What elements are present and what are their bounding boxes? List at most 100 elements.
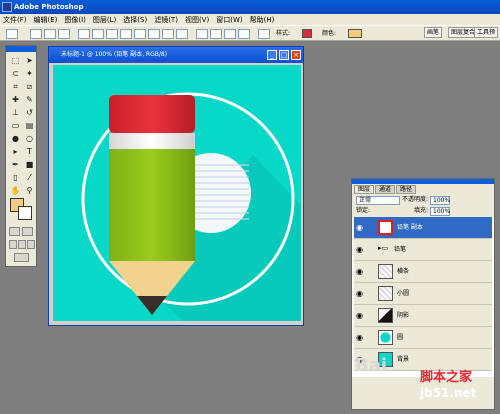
combine-subtract-button[interactable] [210,29,222,39]
eyedropper-tool-icon[interactable]: ⁄ [23,172,36,184]
style-swatch[interactable] [302,29,312,38]
healing-brush-tool-icon[interactable]: ✚ [9,94,22,106]
polygon-shape-button[interactable] [148,29,160,39]
color-swatch[interactable] [348,29,362,38]
lock-label: 锁定: [356,207,371,214]
layer-thumbnail [378,286,393,301]
menu-help[interactable]: 帮助(H) [250,15,275,25]
menu-bar: 文件(F) 编辑(E) 图像(I) 图层(L) 选择(S) 滤镜(T) 视图(V… [0,14,500,25]
visibility-eye-icon[interactable]: ◉ [356,311,365,320]
path-selection-tool-icon[interactable]: ▸ [9,146,22,158]
pen-tool-icon[interactable]: ✒ [9,159,22,171]
layer-row-stripes[interactable]: ◉ 横条 [354,261,492,283]
layer-name: 阴影 [397,312,410,319]
dodge-tool-icon[interactable]: ○ [23,133,36,145]
layer-row-shadow[interactable]: ◉ 阴影 [354,305,492,327]
maximize-icon[interactable]: □ [279,50,289,60]
layers-panel-header [352,179,494,184]
ellipse-shape-button[interactable] [134,29,146,39]
pencil-eraser [109,95,195,133]
tab-tool-presets[interactable]: 工具预 [474,27,498,38]
line-shape-button[interactable] [162,29,174,39]
blend-mode-select[interactable]: 正常 [356,196,400,205]
screen-mode-full-menu-icon[interactable] [18,240,26,249]
layer-row-circle[interactable]: ◉ 圆 [354,327,492,349]
gradient-tool-icon[interactable]: ▤ [23,120,36,132]
background-color-swatch[interactable] [18,206,32,220]
layer-thumbnail [378,264,393,279]
layer-name: 圆 [397,334,404,341]
close-icon[interactable]: × [291,50,301,60]
jump-to-imageready-icon[interactable] [14,253,29,262]
custom-shape-button[interactable] [176,29,188,39]
combine-exclude-button[interactable] [238,29,250,39]
rectangle-shape-button[interactable] [106,29,118,39]
clone-stamp-tool-icon[interactable]: ⊥ [9,107,22,119]
brush-tool-icon[interactable]: ✎ [23,94,36,106]
move-tool-icon[interactable]: ➤ [23,55,36,67]
menu-file[interactable]: 文件(F) [3,15,27,25]
magic-wand-tool-icon[interactable]: ✦ [23,68,36,80]
zoom-tool-icon[interactable]: ⚲ [23,185,36,197]
screen-mode-standard-icon[interactable] [9,240,17,249]
visibility-eye-icon[interactable]: ◉ [356,289,365,298]
style-label: 样式: [276,30,291,37]
menu-image[interactable]: 图像(I) [64,15,86,25]
crop-tool-icon[interactable]: ⌗ [9,81,22,93]
app-title-bar: Adobe Photoshop [0,0,500,14]
watermark-cn: 脚本之家 [420,370,473,385]
pen-tool-button[interactable] [78,29,90,39]
rounded-rectangle-button[interactable] [120,29,132,39]
menu-window[interactable]: 窗口(W) [216,15,242,25]
history-brush-tool-icon[interactable]: ↺ [23,107,36,119]
shape-layers-button[interactable] [30,29,42,39]
combine-add-button[interactable] [196,29,208,39]
combine-intersect-button[interactable] [224,29,236,39]
canvas[interactable] [53,65,301,321]
visibility-eye-icon[interactable]: ◉ [356,333,365,342]
opacity-label: 不透明度: [402,196,429,203]
slice-tool-icon[interactable]: ⧄ [23,81,36,93]
link-layer-button[interactable] [258,29,270,39]
tool-preset-button[interactable] [6,29,18,39]
hand-tool-icon[interactable]: ✋ [9,185,22,197]
fill-input[interactable]: 100% [430,207,450,216]
freeform-pen-button[interactable] [92,29,104,39]
minimize-icon[interactable]: _ [267,50,277,60]
layer-row-pencil-copy[interactable]: ◉ 铅笔 副本 [354,217,492,239]
tab-channels[interactable]: 通道 [375,185,396,194]
type-tool-icon[interactable]: T [23,146,36,158]
tab-layers[interactable]: 图层 [354,185,375,194]
document-title: 未标题-1 @ 100% (铅笔 副本, RGB/8) [61,51,168,58]
shape-tool-icon[interactable]: ■ [23,159,36,171]
notes-tool-icon[interactable]: ▯ [9,172,22,184]
layer-thumbnail [378,308,393,323]
menu-edit[interactable]: 编辑(E) [34,15,58,25]
visibility-eye-icon[interactable]: ◉ [356,267,365,276]
marquee-tool-icon[interactable]: ⬚ [9,55,22,67]
screen-mode-full-icon[interactable] [27,240,35,249]
tab-paths[interactable]: 路径 [396,185,417,194]
opacity-input[interactable]: 100% [430,196,450,205]
lasso-tool-icon[interactable]: ⊂ [9,68,22,80]
menu-select[interactable]: 选择(S) [123,15,147,25]
visibility-eye-icon[interactable]: ◉ [356,223,365,232]
visibility-eye-icon[interactable]: ◉ [356,245,365,254]
menu-layer[interactable]: 图层(L) [93,15,116,25]
pencil-illustration [81,92,301,321]
paths-button[interactable] [44,29,56,39]
tab-brushes[interactable]: 画笔 [424,27,443,38]
menu-filter[interactable]: 滤镜(T) [154,15,178,25]
document-window: 未标题-1 @ 100% (铅笔 副本, RGB/8) _ □ × [48,46,304,326]
layer-row-pencil-group[interactable]: ◉ ▸▭ 铅笔 [354,239,492,261]
layer-row-small-circle[interactable]: ◉ 小圆 [354,283,492,305]
standard-mode-icon[interactable] [9,227,20,236]
blur-tool-icon[interactable]: ● [9,133,22,145]
menu-view[interactable]: 视图(V) [185,15,209,25]
quick-mask-mode-icon[interactable] [22,227,33,236]
pencil-lead [137,296,167,315]
toolbox: ⬚ ➤ ⊂ ✦ ⌗ ⧄ ✚ ✎ ⊥ ↺ ▭ ▤ ● ○ ▸ T ✒ ■ ▯ ⁄ … [5,45,37,267]
fill-label: 填充: [414,207,429,214]
eraser-tool-icon[interactable]: ▭ [9,120,22,132]
fill-pixels-button[interactable] [58,29,70,39]
